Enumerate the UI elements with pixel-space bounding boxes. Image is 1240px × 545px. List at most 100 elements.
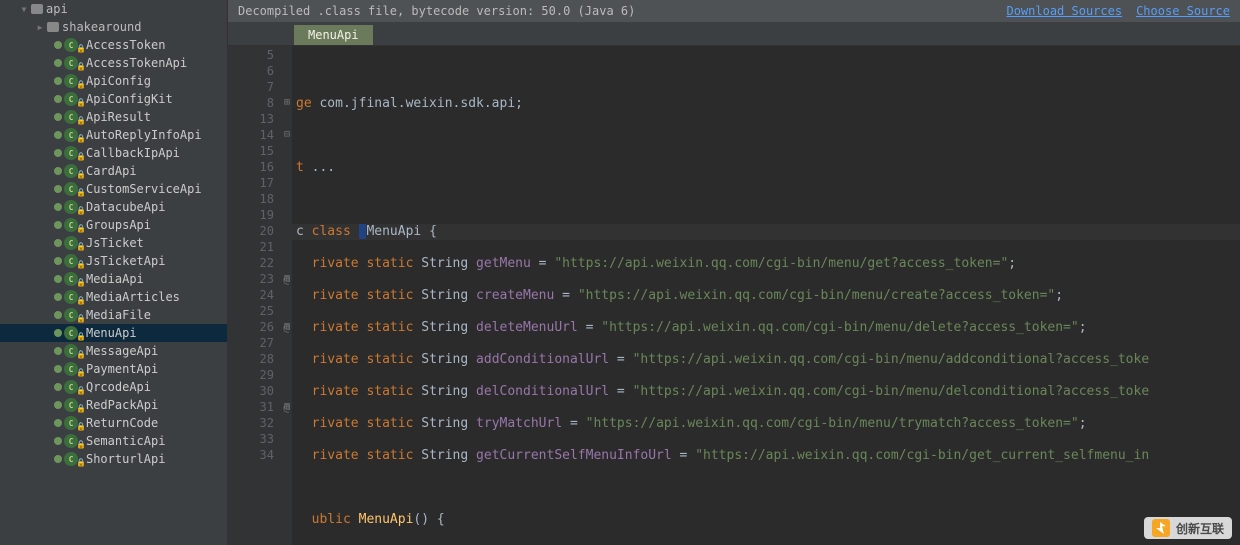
fold-collapse-icon[interactable]: ⊟: [284, 273, 290, 284]
editor-tab-menuapi[interactable]: MenuApi: [294, 25, 373, 45]
tree-item-callbackipapi[interactable]: C🔒CallbackIpApi: [0, 144, 227, 162]
line-number[interactable]: 8⊞: [228, 96, 292, 112]
tree-item-label: ApiConfig: [86, 74, 151, 88]
tree-item-label: AccessTokenApi: [86, 56, 187, 70]
type: String: [421, 352, 468, 367]
tree-item-returncode[interactable]: C🔒ReturnCode: [0, 414, 227, 432]
line-number[interactable]: 21: [228, 240, 292, 256]
expand-arrow-icon[interactable]: ▸: [34, 20, 46, 34]
lock-icon: 🔒: [76, 422, 86, 431]
tree-item-cardapi[interactable]: C🔒CardApi: [0, 162, 227, 180]
line-number[interactable]: 23@⊟: [228, 272, 292, 288]
lock-icon: 🔒: [76, 170, 86, 179]
tree-item-label: ApiConfigKit: [86, 92, 173, 106]
fold-collapse-icon[interactable]: ⊟: [284, 401, 290, 412]
line-number[interactable]: 30: [228, 384, 292, 400]
tree-item-mediaarticles[interactable]: C🔒MediaArticles: [0, 288, 227, 306]
field: createMenu: [476, 288, 554, 303]
field: delConditionalUrl: [476, 384, 609, 399]
tree-item-apiconfigkit[interactable]: C🔒ApiConfigKit: [0, 90, 227, 108]
line-number[interactable]: 33: [228, 432, 292, 448]
line-number[interactable]: 15: [228, 144, 292, 160]
lock-icon: 🔒: [76, 152, 86, 161]
line-number[interactable]: 27: [228, 336, 292, 352]
tree-item-groupsapi[interactable]: C🔒GroupsApi: [0, 216, 227, 234]
tree-item-redpackapi[interactable]: C🔒RedPackApi: [0, 396, 227, 414]
line-number[interactable]: 16: [228, 160, 292, 176]
tree-item-apiconfig[interactable]: C🔒ApiConfig: [0, 72, 227, 90]
tree-item-datacubeapi[interactable]: C🔒DatacubeApi: [0, 198, 227, 216]
lock-icon: 🔒: [76, 368, 86, 377]
code-text: c: [296, 224, 312, 239]
import-fold[interactable]: ...: [304, 160, 335, 175]
tree-item-label: DatacubeApi: [86, 200, 165, 214]
vcs-dot-icon: [54, 167, 62, 175]
vcs-dot-icon: [54, 365, 62, 373]
field: getCurrentSelfMenuInfoUrl: [476, 448, 672, 463]
string: "https://api.weixin.qq.com/cgi-bin/menu/…: [578, 288, 1055, 303]
tree-item-mediafile[interactable]: C🔒MediaFile: [0, 306, 227, 324]
choose-sources-link[interactable]: Choose Source: [1136, 4, 1230, 18]
tree-item-semanticapi[interactable]: C🔒SemanticApi: [0, 432, 227, 450]
fold-collapse-icon[interactable]: ⊟: [284, 129, 290, 140]
lock-icon: 🔒: [76, 440, 86, 449]
download-sources-link[interactable]: Download Sources: [1006, 4, 1122, 18]
keyword: static: [366, 384, 413, 399]
keyword: rivate: [312, 320, 359, 335]
tree-item-accesstoken[interactable]: C🔒AccessToken: [0, 36, 227, 54]
tree-item-label: AccessToken: [86, 38, 165, 52]
tree-label: shakearound: [62, 20, 141, 34]
tree-item-apiresult[interactable]: C🔒ApiResult: [0, 108, 227, 126]
line-number[interactable]: 14⊟: [228, 128, 292, 144]
line-number[interactable]: 19: [228, 208, 292, 224]
line-number[interactable]: 18: [228, 192, 292, 208]
tree-folder-shakearound[interactable]: ▸ shakearound: [0, 18, 227, 36]
tree-item-paymentapi[interactable]: C🔒PaymentApi: [0, 360, 227, 378]
tree-item-autoreplyinfoapi[interactable]: C🔒AutoReplyInfoApi: [0, 126, 227, 144]
tree-item-customserviceapi[interactable]: C🔒CustomServiceApi: [0, 180, 227, 198]
line-number[interactable]: 20: [228, 224, 292, 240]
line-gutter[interactable]: 5678⊞1314⊟151617181920212223@⊟242526@⊟27…: [228, 46, 292, 545]
line-number[interactable]: 34: [228, 448, 292, 464]
tree-root-api[interactable]: ▾ api: [0, 0, 227, 18]
line-number[interactable]: 6: [228, 64, 292, 80]
tree-item-mediaapi[interactable]: C🔒MediaApi: [0, 270, 227, 288]
tree-item-shorturlapi[interactable]: C🔒ShorturlApi: [0, 450, 227, 468]
keyword: rivate: [312, 352, 359, 367]
line-number[interactable]: 22: [228, 256, 292, 272]
line-number[interactable]: 24: [228, 288, 292, 304]
tree-item-menuapi[interactable]: C🔒MenuApi: [0, 324, 227, 342]
line-number[interactable]: 7: [228, 80, 292, 96]
tree-item-label: CallbackIpApi: [86, 146, 180, 160]
tree-item-messageapi[interactable]: C🔒MessageApi: [0, 342, 227, 360]
vcs-dot-icon: [54, 311, 62, 319]
lock-icon: 🔒: [76, 350, 86, 359]
fold-collapse-icon[interactable]: ⊟: [284, 321, 290, 332]
field: getMenu: [476, 256, 531, 271]
lock-icon: 🔒: [76, 278, 86, 287]
code-editor[interactable]: ge com.jfinal.weixin.sdk.api; t ... c cl…: [292, 46, 1240, 545]
tree-item-jsticket[interactable]: C🔒JsTicket: [0, 234, 227, 252]
line-number[interactable]: 26@⊟: [228, 320, 292, 336]
lock-icon: 🔒: [76, 116, 86, 125]
expand-arrow-icon[interactable]: ▾: [18, 2, 30, 16]
line-number[interactable]: 25: [228, 304, 292, 320]
tree-item-label: ApiResult: [86, 110, 151, 124]
line-number[interactable]: 17: [228, 176, 292, 192]
type: String: [421, 384, 468, 399]
line-number[interactable]: 31@⊟: [228, 400, 292, 416]
fold-expand-icon[interactable]: ⊞: [284, 97, 290, 108]
tree-item-jsticketapi[interactable]: C🔒JsTicketApi: [0, 252, 227, 270]
method: MenuApi: [359, 512, 414, 527]
line-number[interactable]: 32: [228, 416, 292, 432]
line-number[interactable]: 29: [228, 368, 292, 384]
keyword: rivate: [312, 416, 359, 431]
line-number[interactable]: 28: [228, 352, 292, 368]
keyword: rivate: [312, 256, 359, 271]
project-tree[interactable]: ▾ api ▸ shakearound C🔒AccessTokenC🔒Acces…: [0, 0, 228, 545]
line-number[interactable]: 13: [228, 112, 292, 128]
line-number[interactable]: 5: [228, 48, 292, 64]
tree-item-qrcodeapi[interactable]: C🔒QrcodeApi: [0, 378, 227, 396]
tree-item-accesstokenapi[interactable]: C🔒AccessTokenApi: [0, 54, 227, 72]
tree-item-label: MediaApi: [86, 272, 144, 286]
